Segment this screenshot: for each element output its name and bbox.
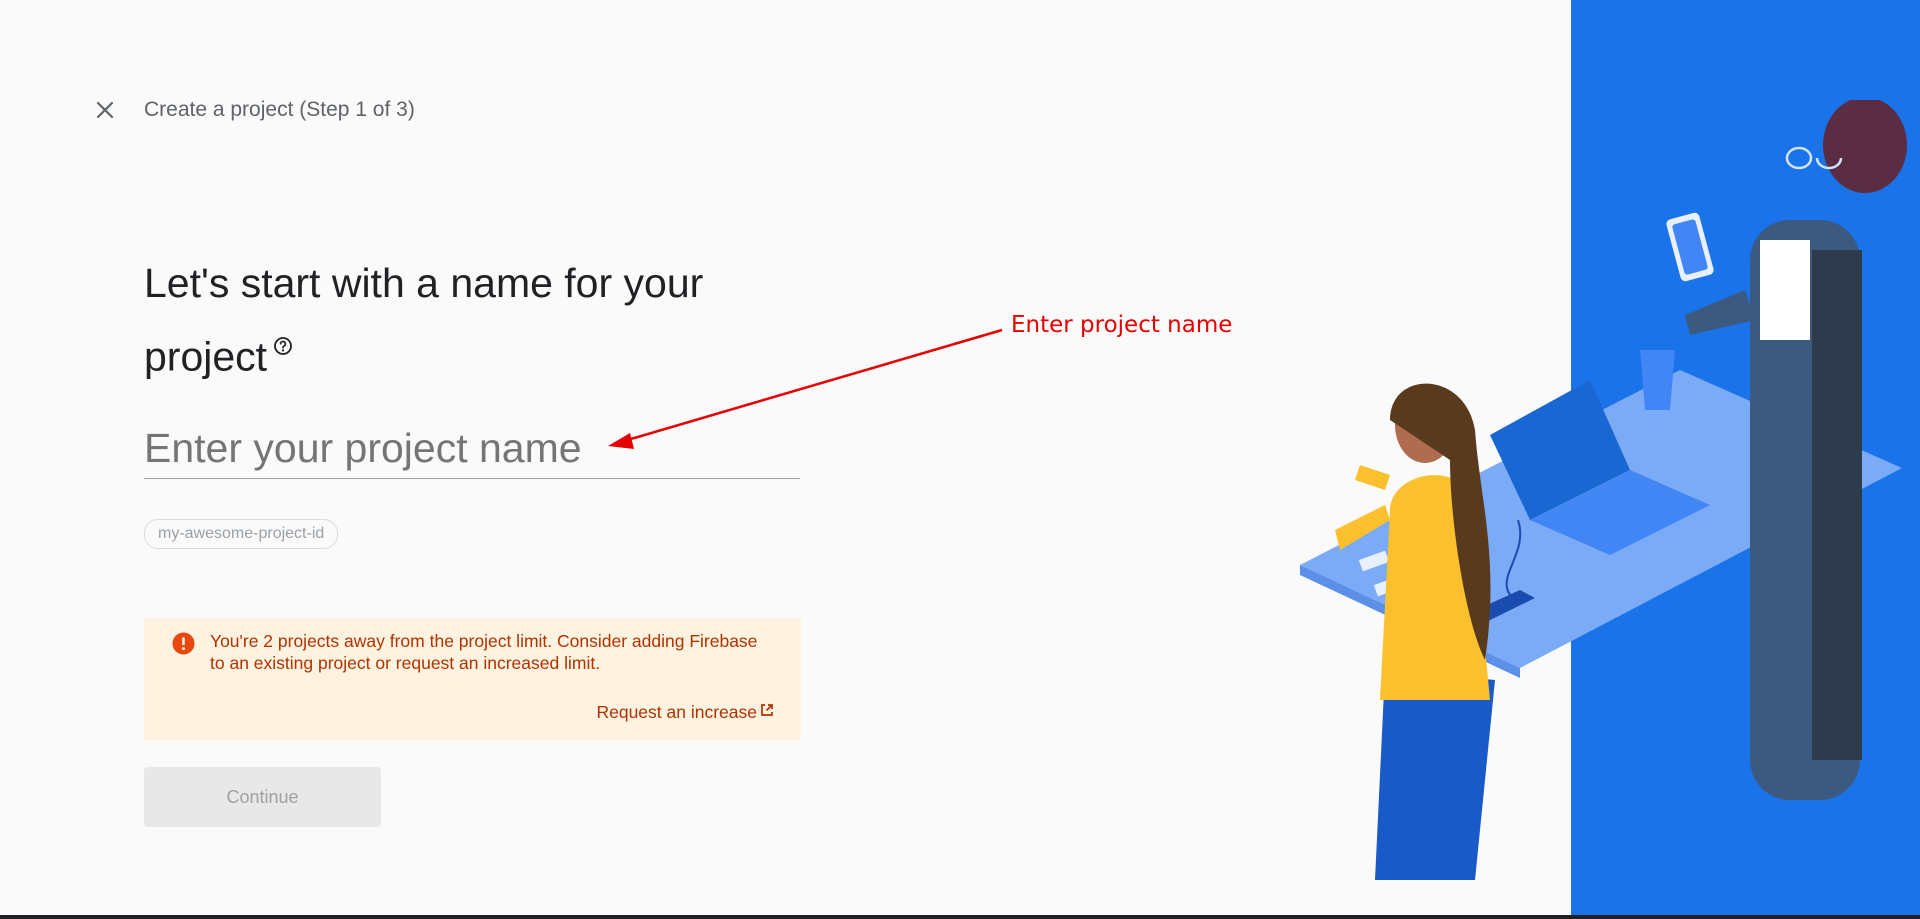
external-link-icon (759, 702, 775, 723)
request-increase-link[interactable]: Request an increase (596, 702, 775, 723)
request-increase-label: Request an increase (596, 702, 757, 722)
page-title: Let's start with a name for your project (144, 254, 704, 387)
close-button[interactable] (88, 95, 122, 129)
heading-text: Let's start with a name for your project (144, 260, 704, 380)
warning-text: You're 2 projects away from the project … (210, 631, 758, 673)
close-icon (96, 101, 114, 124)
step-title: Create a project (Step 1 of 3) (144, 98, 415, 121)
project-limit-warning: You're 2 projects away from the project … (144, 618, 801, 740)
bottom-strip (0, 915, 1920, 919)
project-name-input[interactable] (144, 418, 800, 479)
continue-button[interactable]: Continue (144, 767, 381, 827)
annotation-label: Enter project name (1011, 312, 1233, 338)
project-id-chip[interactable]: my-awesome-project-id (144, 519, 339, 549)
help-circle-icon[interactable] (273, 313, 293, 372)
illustration (1300, 100, 1907, 880)
error-icon (172, 632, 195, 655)
